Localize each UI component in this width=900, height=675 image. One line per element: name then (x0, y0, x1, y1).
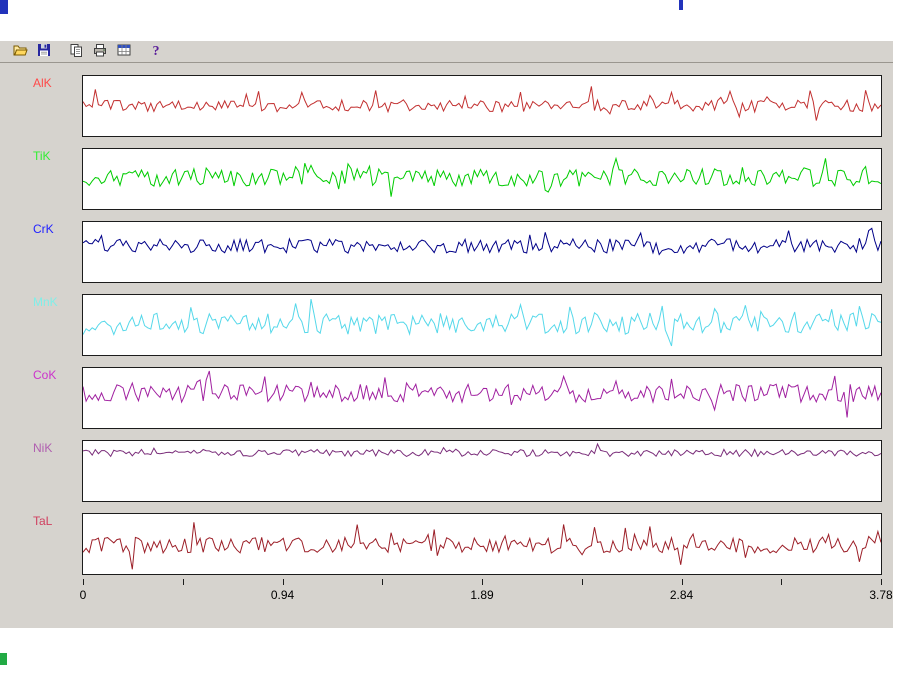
x-axis: 0 0.94 1.89 2.84 3.78 (79, 577, 893, 611)
channel-row: AlK (0, 75, 882, 137)
channel-plot (82, 367, 882, 429)
axis-tick-label: 2.84 (669, 588, 694, 602)
channel-trace (83, 299, 881, 347)
title-fragment-icon (0, 0, 8, 14)
channel-row: MnK (0, 294, 882, 356)
print-button[interactable] (89, 42, 111, 62)
channel-plot (82, 148, 882, 210)
bottom-fragment-mark (0, 653, 7, 665)
app-window: ? AlK TiK CrK MnK CoK NiK TaL 0 0.94 1.89 2.84 3.7… (0, 0, 900, 675)
data-table-button[interactable] (113, 42, 135, 62)
axis-tick (581, 579, 583, 585)
axis-tick (781, 579, 783, 585)
save-icon (36, 42, 52, 61)
channel-row: TiK (0, 148, 882, 210)
channel-rows: AlK TiK CrK MnK CoK NiK TaL (0, 75, 882, 586)
channel-label: CrK (33, 222, 54, 236)
axis-tick (382, 579, 384, 585)
right-margin (893, 0, 900, 675)
axis-tick (482, 579, 483, 585)
save-button[interactable] (33, 42, 55, 62)
channel-trace (83, 86, 881, 121)
axis-tick (681, 579, 683, 585)
copy-icon (68, 42, 84, 61)
channel-label: TiK (33, 149, 51, 163)
channel-trace (83, 227, 881, 256)
channel-label: MnK (33, 295, 58, 309)
open-folder-icon (12, 42, 28, 61)
channel-trace (83, 370, 881, 418)
toolbar-separator (56, 42, 64, 62)
channel-plot (82, 440, 882, 502)
axis-tick-label: 3.78 (869, 588, 893, 602)
channel-row: CoK (0, 367, 882, 429)
axis-tick (83, 579, 84, 585)
copy-button[interactable] (65, 42, 87, 62)
channel-plot (82, 75, 882, 137)
channel-row: TaL (0, 513, 882, 575)
axis-tick-label: 0 (79, 588, 87, 602)
toolbar-separator (136, 42, 144, 62)
channel-plot (82, 221, 882, 283)
bottom-margin (0, 628, 893, 675)
axis-tick (182, 579, 184, 585)
channel-label: NiK (33, 441, 53, 455)
axis-tick (881, 579, 882, 585)
toolbar: ? (0, 40, 893, 63)
channel-label: CoK (33, 368, 57, 382)
channel-trace (83, 442, 881, 458)
title-fragment-mark (679, 0, 683, 10)
axis-tick-label: 1.89 (470, 588, 494, 602)
table-icon (116, 42, 132, 61)
open-button[interactable] (9, 42, 31, 62)
axis-tick (282, 579, 284, 585)
print-icon (92, 42, 108, 61)
channel-row: CrK (0, 221, 882, 283)
channel-row: NiK (0, 440, 882, 502)
channel-plot (82, 513, 882, 575)
help-button[interactable]: ? (145, 42, 167, 62)
title-bar (0, 0, 900, 40)
channel-plot (82, 294, 882, 356)
channel-trace (83, 522, 881, 570)
axis-tick-label: 0.94 (270, 588, 295, 602)
svg-text:?: ? (153, 44, 160, 58)
channel-trace (83, 156, 881, 197)
help-icon: ? (148, 42, 164, 61)
channel-label: AlK (33, 76, 52, 90)
channel-label: TaL (33, 514, 53, 528)
chart-panel: AlK TiK CrK MnK CoK NiK TaL 0 0.94 1.89 2.84 3.78 (0, 63, 893, 628)
